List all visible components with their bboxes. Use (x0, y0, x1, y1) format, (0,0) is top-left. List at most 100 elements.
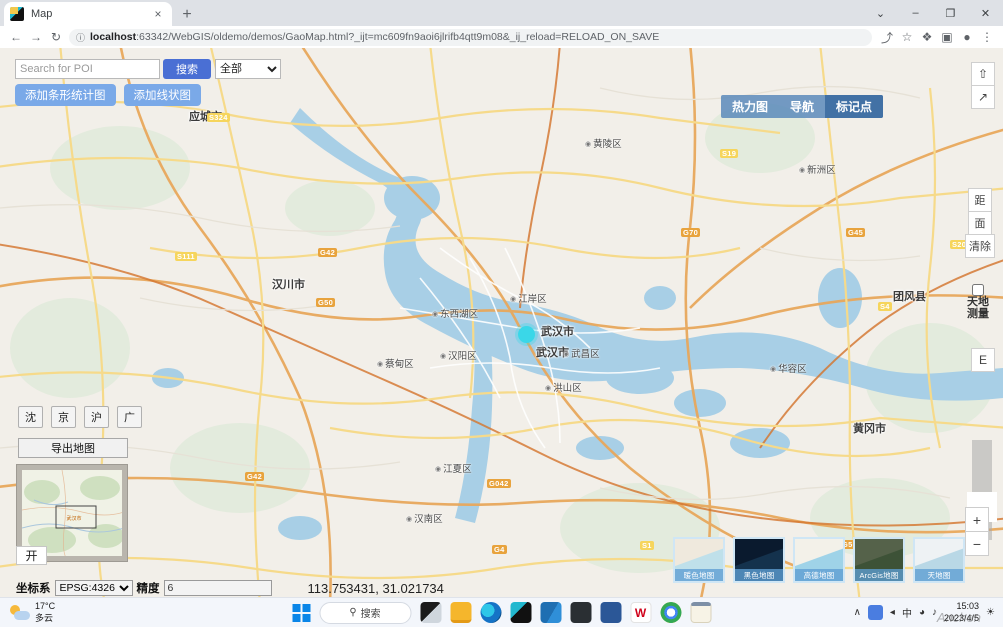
add-bar-chart-button[interactable]: 添加条形统计图 (15, 84, 116, 106)
zoom-out-button[interactable]: − (965, 531, 989, 556)
reload-icon[interactable]: ↻ (46, 27, 66, 47)
start-button[interactable] (292, 604, 310, 622)
layer-thumb-warm[interactable]: 暖色地图 (673, 537, 725, 583)
ime-indicator[interactable]: 中 (902, 605, 912, 620)
webstorm-icon[interactable] (510, 602, 531, 623)
taskbar-search-box[interactable]: ⚲ 搜索 (319, 602, 411, 624)
close-window-button[interactable]: ✕ (968, 0, 1003, 26)
word-icon[interactable] (600, 602, 621, 623)
tray-app-icon[interactable] (868, 605, 883, 620)
site-info-icon[interactable]: ⓘ (76, 31, 85, 44)
coordinate-status-bar: 坐标系 EPSG:4326 精度 113.753431, 31.021734 (0, 579, 1003, 597)
overview-toggle-button[interactable]: 开 (16, 546, 47, 565)
layer-thumb-gaode[interactable]: 高德地图 (793, 537, 845, 583)
new-tab-button[interactable]: + (176, 4, 198, 26)
overview-map-vector: 武汉市 (22, 470, 122, 556)
tab-marker[interactable]: 标记点 (825, 95, 883, 118)
east-button[interactable]: E (971, 348, 995, 372)
side-panel-icon[interactable]: ▣ (937, 27, 957, 47)
taskbar-center-group: ⚲ 搜索 W (292, 602, 711, 624)
wps-icon[interactable]: W (630, 602, 651, 623)
precision-input[interactable] (164, 580, 272, 596)
edge-icon[interactable] (480, 602, 501, 623)
chart-buttons-row: 添加条形统计图 添加线状图 (15, 84, 201, 106)
tab-title: Map (31, 8, 150, 20)
chrome-menu-icon[interactable]: ⋮ (977, 27, 997, 47)
map-vector-layer (0, 48, 1003, 597)
measure-distance-button[interactable]: 距 (968, 188, 992, 212)
measure-clear-button[interactable]: 清除 (965, 234, 995, 258)
measure-area-button[interactable]: 面 (968, 211, 992, 235)
gitkraken-icon[interactable] (570, 602, 591, 623)
bookmark-star-icon[interactable]: ☆ (897, 27, 917, 47)
chevron-down-icon[interactable]: ⌄ (863, 0, 898, 26)
fullscreen-icon[interactable]: ↗ (971, 85, 995, 109)
extensions-puzzle-icon[interactable]: ❖ (917, 27, 937, 47)
forward-icon[interactable]: → (26, 27, 46, 47)
taskbar-search-label: 搜索 (361, 605, 381, 620)
back-icon[interactable]: ← (6, 27, 26, 47)
browser-tab[interactable]: Map × (4, 2, 172, 26)
minimize-button[interactable]: – (898, 0, 933, 26)
city-button-beijing[interactable]: 京 (51, 406, 76, 428)
map-canvas[interactable]: 武汉市武汉市汉川市应城市团风县黄冈市东西湖区黄陵区新洲区汉阳区武昌区洪山区江夏区… (0, 48, 1003, 597)
measure-tools: 距 面 清除 (968, 188, 995, 257)
url-host: localhost (90, 31, 136, 43)
notepad-icon[interactable] (690, 602, 711, 623)
file-explorer-icon[interactable] (450, 602, 471, 623)
basemap-layer-strip: 暖色地图 黑色地图 高德地图 ArcGis地图 天地图 (673, 537, 965, 583)
poi-type-select[interactable]: 全部 (215, 59, 281, 79)
clock-time: 15:03 (957, 601, 980, 611)
tianditu-measure-label-line1: 天地 (967, 297, 989, 309)
profile-avatar-icon[interactable]: ● (957, 27, 977, 47)
address-bar[interactable]: ⓘ localhost:63342/WebGIS/oldemo/demos/Ga… (69, 29, 872, 46)
search-button[interactable]: 搜索 (163, 59, 211, 79)
city-button-shanghai[interactable]: 沪 (84, 406, 109, 428)
search-input[interactable] (15, 59, 160, 79)
layer-thumb-dark[interactable]: 黑色地图 (733, 537, 785, 583)
precision-label: 精度 (137, 580, 160, 596)
maximize-button[interactable]: ❐ (933, 0, 968, 26)
cursor-coordinates: 113.753431, 31.021734 (308, 581, 444, 596)
browser-chrome: Map × + ⌄ – ❐ ✕ ← → ↻ ⓘ localhost:63342/… (0, 0, 1003, 48)
url-path: :63342/WebGIS/oldemo/demos/GaoMap.html?_… (136, 31, 659, 43)
crs-select[interactable]: EPSG:4326 (55, 580, 133, 596)
close-icon[interactable]: × (150, 6, 166, 22)
map-mode-tabs: 热力图 导航 标记点 (721, 95, 883, 118)
tab-navigation[interactable]: 导航 (779, 95, 825, 118)
overview-map-inner: 武汉市 (22, 470, 122, 556)
share-icon[interactable]: ⤴ (877, 27, 897, 47)
network-icon[interactable]: ◕ (919, 607, 925, 618)
volume-icon[interactable]: ♪ (932, 607, 937, 618)
layer-thumb-tianditu[interactable]: 天地图 (913, 537, 965, 583)
city-button-guangzhou[interactable]: 广 (117, 406, 142, 428)
weather-description: 多云 (35, 613, 53, 623)
export-map-button[interactable]: 导出地图 (18, 438, 128, 458)
partly-cloudy-icon (10, 605, 30, 621)
notification-icon[interactable]: ☀ (986, 607, 995, 618)
taskview-icon[interactable] (420, 602, 441, 623)
zoom-in-button[interactable]: + (965, 507, 989, 532)
tray-expand-chevron-icon[interactable]: ∧ (854, 607, 861, 618)
windows-taskbar: 17°C 多云 ⚲ 搜索 W ∧ ◂ (0, 597, 1003, 627)
taskbar-clock[interactable]: 15:03 2023/4/5 (944, 601, 979, 624)
tab-heatmap[interactable]: 热力图 (721, 95, 779, 118)
add-line-chart-button[interactable]: 添加线状图 (124, 84, 202, 106)
weather-temperature: 17°C (35, 601, 55, 611)
e-tool: E (971, 348, 995, 371)
tab-strip: Map × + ⌄ – ❐ ✕ (0, 0, 1003, 26)
vscode-icon[interactable] (540, 602, 561, 623)
crs-label: 坐标系 (16, 580, 51, 596)
layer-thumb-arcgis[interactable]: ArcGis地图 (853, 537, 905, 583)
map-marker-dot[interactable] (518, 326, 535, 343)
city-button-shenyang[interactable]: 沈 (18, 406, 43, 428)
browser-toolbar: ← → ↻ ⓘ localhost:63342/WebGIS/oldemo/de… (0, 26, 1003, 48)
weather-widget[interactable]: 17°C 多云 (10, 601, 55, 624)
tab-favicon-icon (10, 7, 24, 21)
tray-send-icon[interactable]: ◂ (890, 607, 895, 618)
chrome-icon[interactable] (660, 602, 681, 623)
north-up-icon[interactable]: ⇧ (971, 62, 995, 86)
city-shortcut-buttons: 沈 京 沪 广 (18, 406, 142, 428)
tianditu-measure-checkbox[interactable] (972, 284, 984, 296)
tianditu-measure-toggle[interactable]: 天地 测量 (961, 284, 995, 320)
